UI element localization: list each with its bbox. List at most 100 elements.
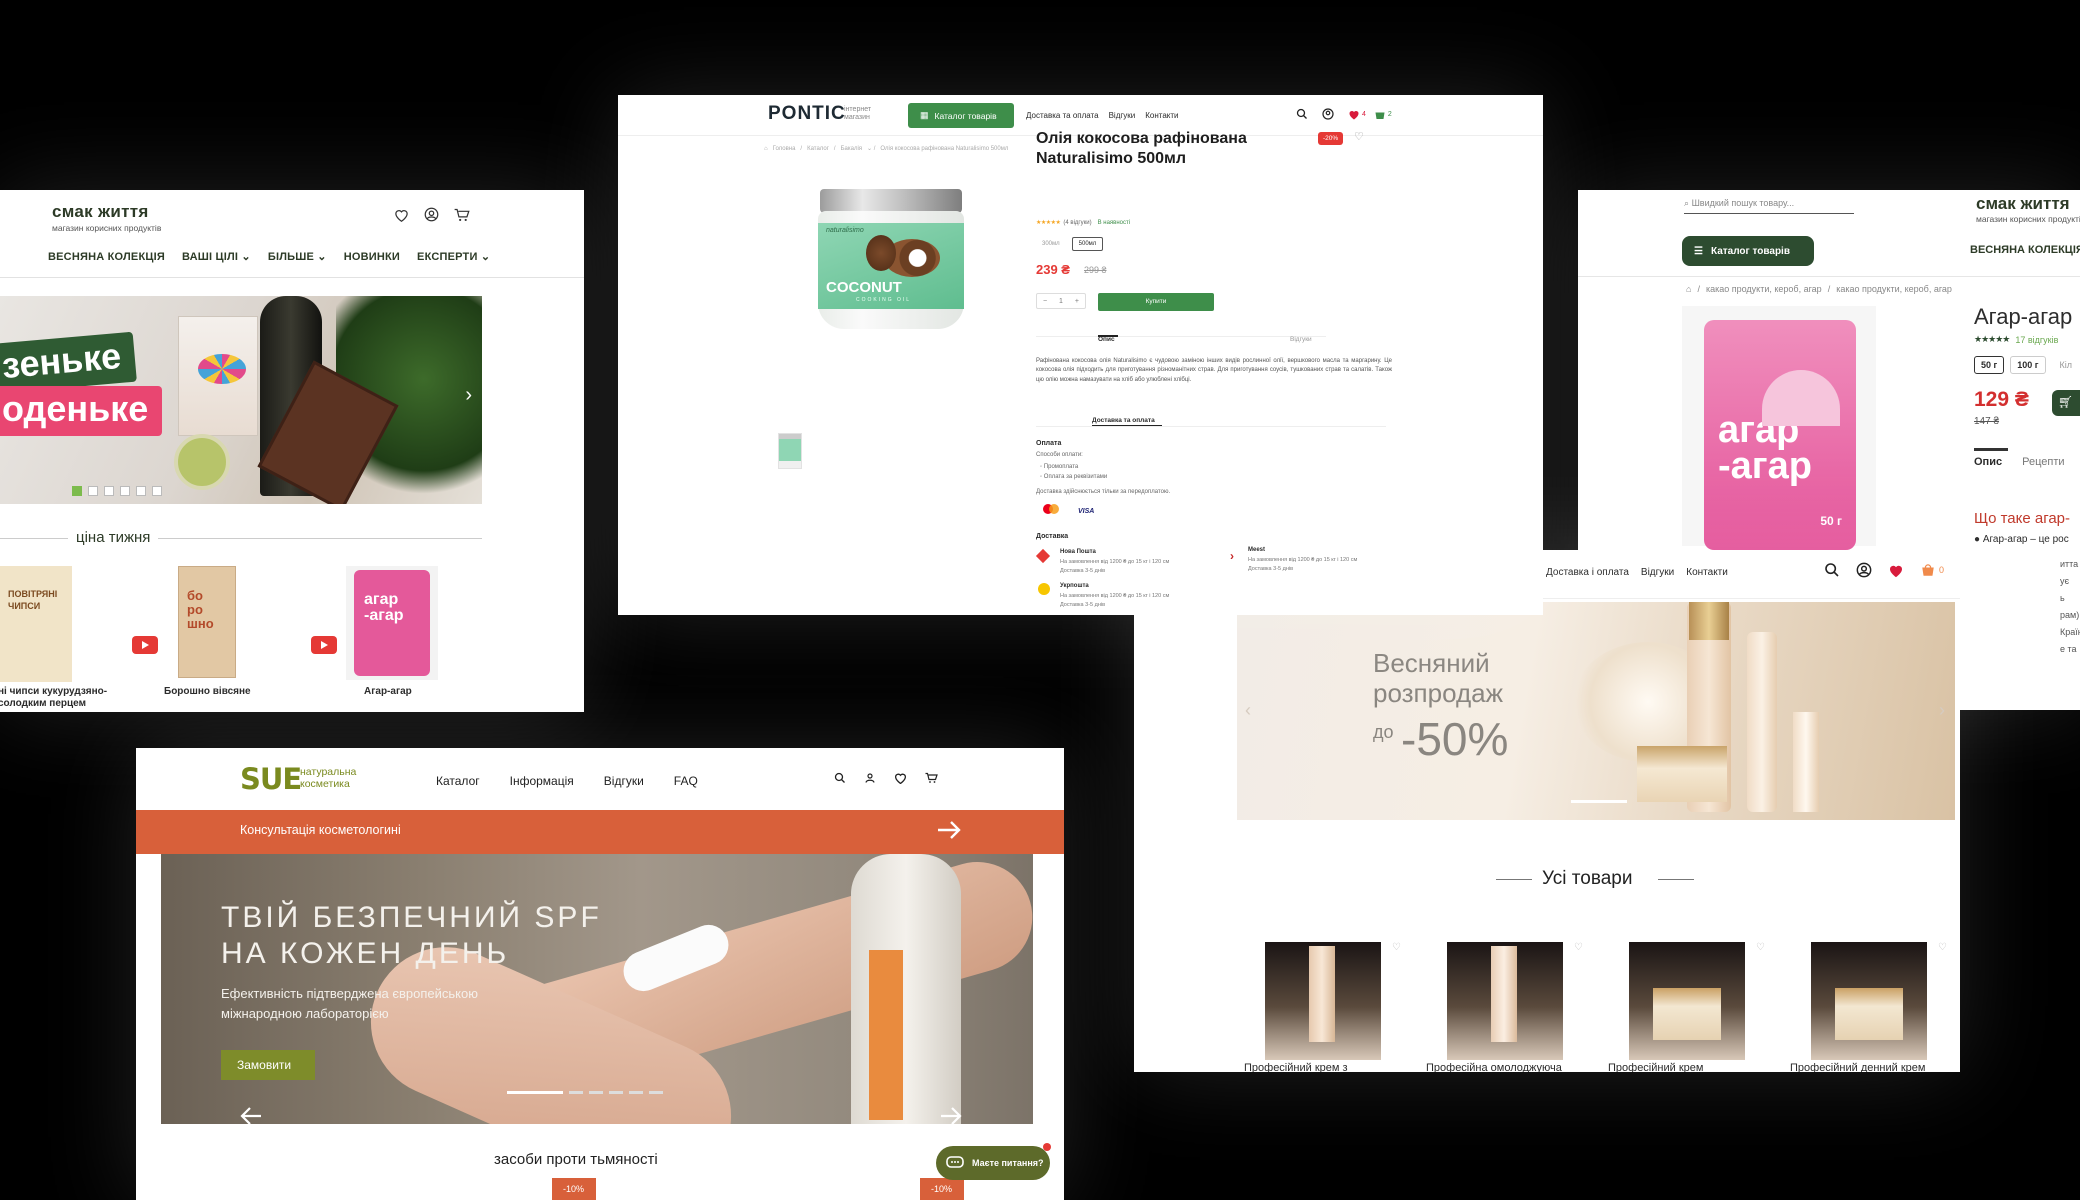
slider-indicator[interactable] — [569, 1091, 583, 1094]
nav-catalog[interactable]: Каталог — [436, 774, 480, 788]
product-rating[interactable]: ★★★★★ (4 відгуки) В наявності — [1036, 219, 1130, 227]
product-image[interactable] — [1811, 942, 1927, 1060]
pontic-logo[interactable]: PONTIC — [768, 103, 846, 125]
heart-outline-icon[interactable]: ♡ — [1354, 130, 1364, 143]
nav-experts[interactable]: ЕКСПЕРТИ ⌄ — [417, 250, 490, 263]
order-button[interactable]: Замовити — [221, 1050, 315, 1080]
slider-dot[interactable] — [88, 486, 98, 496]
slider-indicator[interactable] — [629, 1091, 643, 1094]
volume-option[interactable]: 300мл — [1036, 238, 1066, 250]
nav-spring-collection[interactable]: ВЕСНЯНА КОЛЕКЦІЯ — [48, 251, 165, 263]
weight-option-selected[interactable]: 50 г — [1974, 356, 2005, 374]
nav-contacts[interactable]: Контакти — [1145, 111, 1178, 120]
product-image-oat-flour[interactable]: бо ро шно — [178, 566, 236, 678]
tab-recipes[interactable]: Рецепти — [2022, 456, 2064, 468]
nav-contacts[interactable]: Контакти — [1686, 567, 1728, 578]
smak-logo[interactable]: смак життя магазин корисних продуктів — [1976, 194, 2080, 224]
home-icon[interactable]: ⌂ — [1686, 284, 1691, 294]
slider-dot[interactable] — [136, 486, 146, 496]
product-image-chips[interactable]: ПОВІТРЯНІ ЧИПСИ — [0, 566, 72, 682]
sue-logo[interactable]: SUE — [240, 762, 302, 796]
breadcrumb-item[interactable]: Головна — [773, 146, 796, 152]
spf-hero-banner[interactable]: ТВІЙ БЕЗПЕЧНИЙ SPF НА КОЖЕН ДЕНЬ Ефектив… — [161, 854, 1033, 1124]
weight-option[interactable]: 100 г — [2010, 356, 2046, 374]
product-name[interactable]: Професійний крем — [1608, 1062, 1703, 1072]
nav-your-goals[interactable]: ВАШІ ЦІЛІ ⌄ — [182, 250, 251, 263]
product-name-agar[interactable]: Агар-агар — [364, 686, 412, 697]
wishlist-widget[interactable]: 4 — [1348, 109, 1366, 120]
product-name[interactable]: Професійна омолоджуюча — [1426, 1062, 1562, 1072]
chevron-left-icon[interactable]: ‹ — [1245, 700, 1251, 721]
volume-option-selected[interactable]: 500мл — [1071, 237, 1104, 251]
breadcrumb-item[interactable]: Бакалія — [841, 146, 862, 152]
user-icon[interactable] — [1856, 562, 1872, 578]
search-icon[interactable] — [1296, 108, 1308, 120]
heart-icon[interactable] — [394, 208, 409, 222]
slider-dot[interactable] — [120, 486, 130, 496]
home-icon[interactable]: ⌂ — [764, 146, 768, 152]
product-image[interactable]: naturalisimo COCONUT COOKING OIL — [818, 189, 964, 329]
chat-button[interactable]: Маєте питання? — [936, 1146, 1050, 1180]
user-icon[interactable] — [864, 772, 876, 784]
product-image[interactable] — [1447, 942, 1563, 1060]
plus-icon[interactable]: + — [1075, 298, 1079, 305]
cart-icon[interactable] — [454, 208, 470, 222]
nav-reviews[interactable]: Відгуки — [604, 774, 644, 788]
heart-icon[interactable]: ♡ — [1574, 942, 1583, 953]
user-icon[interactable] — [1322, 108, 1334, 120]
nav-reviews[interactable]: Відгуки — [1109, 111, 1136, 120]
product-thumbnail[interactable] — [778, 433, 802, 469]
product-image-agar[interactable]: агар -агар — [346, 566, 438, 680]
nav-delivery-payment[interactable]: Доставка і оплата — [1546, 567, 1629, 578]
search-icon[interactable] — [834, 772, 846, 784]
product-rating[interactable]: ★★★★★ 17 відгуків — [1974, 334, 2058, 345]
nav-delivery-payment[interactable]: Доставка та оплата — [1026, 111, 1099, 120]
slider-indicator[interactable] — [507, 1091, 563, 1094]
catalog-button[interactable]: ▦ Каталог товарів — [908, 103, 1014, 128]
buy-button[interactable]: Купити — [1098, 293, 1214, 311]
heart-icon[interactable]: ♡ — [1938, 942, 1947, 953]
cart-icon[interactable] — [925, 772, 938, 784]
tab-delivery-payment[interactable]: Доставка та оплата — [1092, 417, 1155, 424]
slider-indicator[interactable] — [1571, 800, 1627, 803]
breadcrumb-item[interactable]: Каталог — [807, 146, 829, 152]
nav-more[interactable]: БІЛЬШЕ ⌄ — [268, 250, 327, 263]
product-name[interactable]: Професійний денний крем — [1790, 1062, 1925, 1072]
nav-faq[interactable]: FAQ — [674, 774, 698, 788]
product-image[interactable] — [1629, 942, 1745, 1060]
arrow-left-icon[interactable] — [239, 1106, 263, 1124]
tab-description[interactable]: Опис — [1098, 336, 1115, 343]
breadcrumb-item[interactable]: какао продукти, кероб, агар — [1706, 284, 1822, 294]
nav-spring-collection[interactable]: ВЕСНЯНА КОЛЕКЦІЯ — [1970, 244, 2080, 256]
smak-logo[interactable]: смак життя магазин корисних продуктів — [52, 202, 161, 233]
search-icon[interactable] — [1824, 562, 1840, 578]
hero-banner[interactable]: зеньке оденьке › — [0, 296, 482, 504]
product-name[interactable]: Професійний крем з — [1244, 1062, 1348, 1072]
nav-new[interactable]: НОВИНКИ — [344, 251, 400, 263]
sale-banner[interactable]: Весняний розпродаж до -50% ‹ › — [1237, 602, 1955, 820]
product-image[interactable]: агар -агар 50 г — [1682, 306, 1876, 550]
slider-dot[interactable] — [104, 486, 114, 496]
chevron-right-icon[interactable]: › — [465, 384, 472, 407]
quick-search-input[interactable]: ⌕ Швидкий пошук товару... — [1684, 198, 1854, 214]
catalog-button[interactable]: ☰ Каталог товарів — [1682, 236, 1814, 266]
chevron-right-icon[interactable]: › — [1939, 700, 1945, 721]
heart-icon[interactable]: ♡ — [1756, 942, 1765, 953]
add-to-cart-button[interactable]: 🛒︎ — [2052, 390, 2080, 416]
tab-reviews[interactable]: Відгуки — [1290, 336, 1312, 343]
user-icon[interactable] — [424, 207, 439, 222]
arrow-right-icon[interactable] — [939, 1106, 963, 1124]
slider-indicator[interactable] — [649, 1091, 663, 1094]
cart-widget[interactable]: 2 — [1374, 109, 1392, 120]
tab-description[interactable]: Опис — [1974, 456, 2002, 468]
slider-indicator[interactable] — [589, 1091, 603, 1094]
heart-icon[interactable] — [894, 772, 907, 784]
product-image[interactable] — [1265, 942, 1381, 1060]
nav-information[interactable]: Інформація — [510, 774, 574, 788]
video-play-icon[interactable] — [311, 636, 337, 654]
nav-reviews[interactable]: Відгуки — [1641, 567, 1674, 578]
heart-icon[interactable]: ♡ — [1392, 942, 1401, 953]
product-name-oat-flour[interactable]: Борошно вівсяне — [164, 686, 251, 697]
breadcrumb-item[interactable]: какао продукти, кероб, агар — [1836, 284, 1952, 294]
slider-dot[interactable] — [72, 486, 82, 496]
